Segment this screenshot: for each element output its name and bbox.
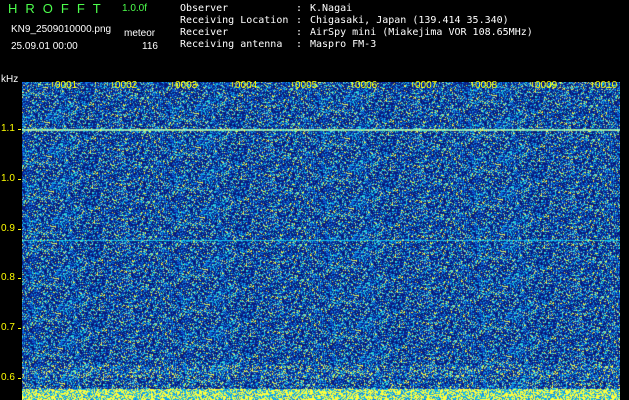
minute-label: 0005	[295, 80, 318, 91]
y-tick-mark	[18, 278, 21, 279]
minute-label: 0002	[115, 80, 138, 91]
frequency-unit-label: kHz	[1, 74, 19, 85]
meteor-count: 116	[142, 41, 158, 52]
observation-info: Observer: K.Nagai Receiving Location: Chig…	[180, 3, 533, 51]
info-row-location: Receiving Location: Chigasaki, Japan (139…	[180, 15, 533, 27]
minute-label: 0007	[415, 80, 438, 91]
info-value: AirSpy mini (Miakejima VOR 108.65MHz)	[310, 27, 533, 38]
minute-label: 0001	[55, 80, 78, 91]
info-key: Receiving antenna	[180, 39, 283, 50]
info-row-antenna: Receiving antenna: Maspro FM-3	[180, 39, 533, 51]
minute-label: 0004	[235, 80, 258, 91]
info-key: Observer	[180, 3, 229, 14]
info-separator: :	[296, 39, 303, 50]
y-tick-mark	[18, 378, 21, 379]
y-tick-mark	[18, 229, 21, 230]
y-tick-label: 0.7	[1, 322, 15, 333]
y-tick-mark	[18, 129, 21, 130]
file-name: KN9_2509010000.png	[11, 24, 112, 35]
info-value: Chigasaki, Japan (139.414 35.340)	[310, 15, 509, 26]
y-tick-label: 0.6	[1, 372, 15, 383]
version-label: 1.0.0f	[122, 3, 148, 14]
date-time: 25.09.01 00:00	[11, 41, 78, 52]
minute-label: 0006	[355, 80, 378, 91]
minute-label: 0010	[595, 80, 618, 91]
info-value: K.Nagai	[310, 3, 353, 14]
info-separator: :	[296, 15, 303, 26]
minute-label: 0008	[475, 80, 498, 91]
info-row-receiver: Receiver: AirSpy mini (Miakejima VOR 108.…	[180, 27, 533, 39]
minute-label: 0009	[535, 80, 558, 91]
y-tick-label: 0.8	[1, 272, 15, 283]
y-tick-label: 1.1	[1, 123, 15, 134]
info-key: Receiving Location	[180, 15, 289, 26]
info-separator: :	[296, 3, 303, 14]
info-separator: :	[296, 27, 303, 38]
info-row-observer: Observer: K.Nagai	[180, 3, 533, 15]
y-tick-mark	[18, 328, 21, 329]
spectrogram	[22, 82, 620, 400]
info-value: Maspro FM-3	[310, 39, 377, 50]
info-key: Receiver	[180, 27, 229, 38]
mode-label: meteor	[124, 28, 156, 39]
minute-label: 0003	[175, 80, 198, 91]
y-tick-label: 0.9	[1, 223, 15, 234]
app-logo: HROFFT	[8, 1, 109, 16]
y-tick-mark	[18, 179, 21, 180]
y-tick-label: 1.0	[1, 173, 15, 184]
